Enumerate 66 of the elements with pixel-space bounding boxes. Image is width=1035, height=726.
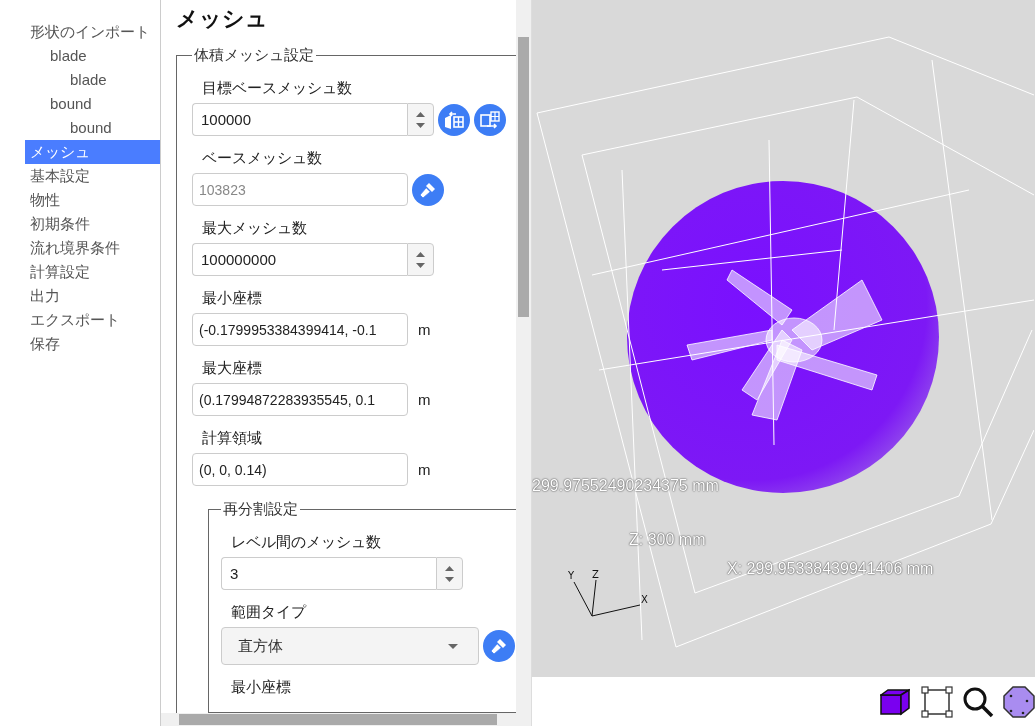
nav-item[interactable]: 形状のインポート [25,20,160,44]
text-field[interactable]: (0.17994872283935545, 0.1 [192,383,408,416]
dimension-label: 299.97552490234375 mm [532,477,719,495]
field-label: 目標ベースメッシュ数 [202,79,353,98]
vertical-scrollbar[interactable] [516,0,531,713]
nav-item[interactable]: メッシュ [25,140,160,164]
bounding-box-icon [921,685,953,718]
text-field[interactable]: (-0.1799953384399414, -0.1 [192,313,408,346]
bounds-view-button[interactable] [921,685,953,718]
page-title: メッシュ [176,5,269,33]
text-field[interactable]: (0, 0, 0.14) [192,453,408,486]
field-label: 最大座標 [202,359,263,378]
nav-item[interactable]: 基本設定 [25,164,160,188]
nav-item[interactable]: 流れ境界条件 [25,236,160,260]
number-field[interactable]: 100000000 [192,243,407,276]
spin-down-icon[interactable] [416,262,425,268]
import-button[interactable] [438,103,470,136]
nav-item[interactable]: 物性 [25,188,160,212]
dimension-label: X: 299.95338439941406 mm [727,560,934,578]
brush-button[interactable] [483,630,515,662]
3d-viewport[interactable]: 299.97552490234375 mm Z: 300 mm Y Z X X: 299.95338439941406 mm [532,0,1035,677]
nav-item[interactable]: 初期条件 [25,212,160,236]
unit-label: m [418,321,431,338]
brush-button[interactable] [412,173,444,206]
spin-buttons[interactable] [407,243,434,276]
axes-gizmo-drawing: Y Z X [565,568,655,618]
spin-down-icon[interactable] [416,122,425,128]
field-label: 最小座標 [202,289,263,308]
field-label: 範囲タイプ [231,603,308,622]
dimension-label: Z: 300 mm [629,531,706,549]
spin-buttons[interactable] [436,557,463,590]
field-label: レベル間のメッシュ数 [231,533,382,552]
field-label: 最小座標 [231,678,292,697]
export-button[interactable] [474,103,506,136]
field-label: 最大メッシュ数 [202,219,308,238]
nav-item[interactable]: bound [25,116,160,140]
zoom-view-button[interactable] [962,685,994,718]
polyhedron-icon [1003,685,1035,718]
nav-item[interactable]: 保存 [25,332,160,356]
field-label: 計算領域 [202,429,263,448]
field-label: ベースメッシュ数 [202,149,323,168]
nav-item[interactable]: エクスポート [25,308,160,332]
unit-label: m [418,461,431,478]
group-legend: 体積メッシュ設定 [192,46,316,65]
nav-item[interactable]: blade [25,68,160,92]
nav-item[interactable]: blade [25,44,160,68]
points-view-button[interactable] [1003,685,1035,718]
horizontal-scrollbar[interactable] [161,713,531,726]
unit-label: m [418,391,431,408]
export-mesh-icon [479,108,501,131]
spin-up-icon[interactable] [416,251,425,257]
nav-item[interactable]: 出力 [25,284,160,308]
import-mesh-icon [443,108,465,131]
number-field[interactable]: 3 [221,557,436,590]
dropdown[interactable]: 直方体 [221,627,479,665]
search-icon [962,685,994,718]
number-field[interactable]: 100000 [192,103,407,136]
spin-buttons[interactable] [407,103,434,136]
brush-icon [489,636,509,656]
caret-icon [448,643,458,649]
nav-item[interactable]: 計算設定 [25,260,160,284]
spin-up-icon[interactable] [416,111,425,117]
spin-down-icon[interactable] [445,576,454,582]
group-legend: 再分割設定 [221,500,300,519]
spin-up-icon[interactable] [445,565,454,571]
nav-item[interactable]: bound [25,92,160,116]
